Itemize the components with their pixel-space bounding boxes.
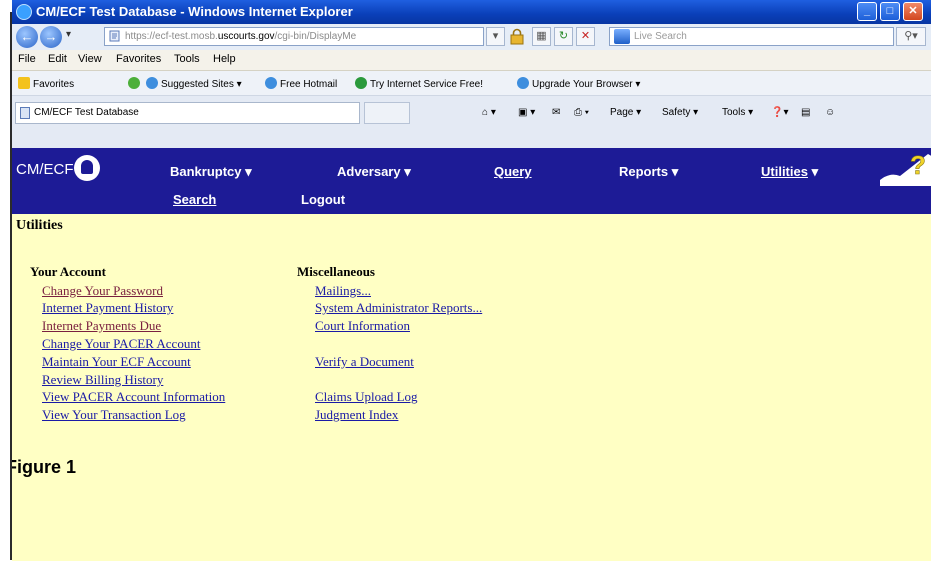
fav-free-hotmail[interactable]: Free Hotmail bbox=[265, 77, 337, 90]
link-internet-payment-history[interactable]: Internet Payment History bbox=[42, 300, 173, 316]
mail-icon[interactable]: ✉ bbox=[552, 107, 560, 118]
url-prefix: https://ecf-test.mosb. bbox=[125, 31, 218, 42]
search-placeholder: Live Search bbox=[634, 31, 687, 42]
search-input[interactable]: Live Search bbox=[609, 27, 894, 46]
nav-query[interactable]: Query bbox=[494, 164, 532, 179]
link-view-transaction-log[interactable]: View Your Transaction Log bbox=[42, 407, 186, 423]
your-account-heading: Your Account bbox=[30, 264, 106, 279]
research-icon[interactable]: ▤ bbox=[801, 107, 810, 118]
ie-icon bbox=[517, 77, 529, 89]
menu-favorites[interactable]: Favorites bbox=[116, 53, 161, 65]
url-suffix: /cgi-bin/DisplayMe bbox=[274, 31, 357, 42]
safety-menu[interactable]: Safety ▾ bbox=[662, 107, 698, 118]
msn-icon bbox=[355, 77, 367, 89]
fav-suggested-sites[interactable]: Suggested Sites ▾ bbox=[146, 77, 242, 90]
nav-reports[interactable]: Reports ▾ bbox=[619, 164, 678, 180]
close-button[interactable]: ✕ bbox=[903, 2, 923, 21]
menu-help[interactable]: Help bbox=[213, 53, 236, 65]
link-claims-upload-log[interactable]: Claims Upload Log bbox=[315, 389, 418, 405]
nav-search[interactable]: Search bbox=[173, 192, 216, 207]
compatibility-view-icon[interactable]: ▦ bbox=[532, 27, 551, 46]
ie-icon bbox=[265, 77, 277, 89]
link-review-billing-history[interactable]: Review Billing History bbox=[42, 372, 163, 388]
url-domain: uscourts.gov bbox=[217, 31, 275, 42]
print-icon[interactable]: ⎙ ▾ bbox=[574, 107, 589, 118]
tab-bar: CM/ECF Test Database ⌂ ▾ ▣ ▾ ✉ ⎙ ▾ Page … bbox=[12, 96, 931, 149]
page-icon bbox=[20, 107, 30, 119]
menu-tools[interactable]: Tools bbox=[174, 53, 200, 65]
menu-edit[interactable]: Edit bbox=[48, 53, 67, 65]
link-maintain-ecf-account[interactable]: Maintain Your ECF Account bbox=[42, 354, 191, 370]
menu-bar: File Edit View Favorites Tools Help bbox=[12, 50, 931, 71]
nav-logout[interactable]: Logout bbox=[301, 192, 345, 207]
menu-file[interactable]: File bbox=[18, 53, 36, 65]
nav-utilities[interactable]: Utilities ▾ bbox=[761, 164, 818, 180]
link-internet-payments-due[interactable]: Internet Payments Due bbox=[42, 318, 161, 334]
live-search-logo-icon bbox=[614, 29, 630, 44]
tab-cmecf[interactable]: CM/ECF Test Database bbox=[15, 102, 360, 124]
content-area: Utilities Your Account Change Your Passw… bbox=[12, 214, 931, 561]
url-dropdown-button[interactable]: ▾ bbox=[486, 27, 505, 46]
forward-button[interactable]: → bbox=[40, 26, 62, 48]
ie-icon bbox=[146, 77, 158, 89]
ie-logo-icon bbox=[16, 4, 32, 20]
tools-menu[interactable]: Tools ▾ bbox=[722, 107, 753, 118]
new-tab-button[interactable] bbox=[364, 102, 410, 124]
search-button[interactable]: ⚲▾ bbox=[896, 27, 926, 46]
history-dropdown-icon[interactable]: ▾ bbox=[66, 29, 71, 40]
menu-view[interactable]: View bbox=[78, 53, 102, 65]
link-change-password[interactable]: Change Your Password bbox=[42, 283, 163, 299]
feeds-icon[interactable]: ▣ ▾ bbox=[518, 107, 535, 118]
help-question-icon[interactable]: ? bbox=[880, 146, 931, 186]
maximize-button[interactable]: □ bbox=[880, 2, 900, 21]
page-menu[interactable]: Page ▾ bbox=[610, 107, 641, 118]
add-favorites-icon[interactable] bbox=[128, 77, 143, 90]
url-input[interactable]: https://ecf-test.mosb.uscourts.gov/cgi-b… bbox=[104, 27, 484, 46]
address-bar: ← → ▾ https://ecf-test.mosb.uscourts.gov… bbox=[12, 24, 931, 51]
nav-bankruptcy[interactable]: Bankruptcy ▾ bbox=[170, 164, 252, 180]
home-icon[interactable]: ⌂ ▾ bbox=[482, 107, 496, 118]
page-icon bbox=[109, 30, 120, 42]
miscellaneous-heading: Miscellaneous bbox=[297, 264, 375, 279]
link-verify-document[interactable]: Verify a Document bbox=[315, 354, 414, 370]
stop-icon[interactable]: ✕ bbox=[576, 27, 595, 46]
messenger-icon[interactable]: ☺ bbox=[825, 107, 835, 118]
favorites-button[interactable]: Favorites bbox=[18, 77, 74, 90]
link-view-pacer-account-info[interactable]: View PACER Account Information bbox=[42, 389, 225, 405]
minimize-button[interactable]: _ bbox=[857, 2, 877, 21]
svg-text:?: ? bbox=[910, 150, 926, 180]
back-button[interactable]: ← bbox=[16, 26, 38, 48]
fav-upgrade-browser[interactable]: Upgrade Your Browser ▾ bbox=[517, 77, 640, 90]
link-mailings[interactable]: Mailings... bbox=[315, 283, 371, 299]
browser-window: CM/ECF Test Database - Windows Internet … bbox=[12, 0, 931, 561]
page-title: Utilities bbox=[16, 218, 63, 233]
refresh-icon[interactable]: ↻ bbox=[554, 27, 573, 46]
ecf-logo[interactable]: CM/ECF bbox=[16, 155, 100, 181]
nav-adversary[interactable]: Adversary ▾ bbox=[337, 164, 411, 180]
title-bar: CM/ECF Test Database - Windows Internet … bbox=[12, 0, 931, 24]
link-change-pacer-account[interactable]: Change Your PACER Account bbox=[42, 336, 200, 352]
favorites-bar: Favorites Suggested Sites ▾ Free Hotmail… bbox=[12, 71, 931, 96]
fav-try-internet[interactable]: Try Internet Service Free! bbox=[355, 77, 483, 90]
help-icon[interactable]: ❓▾ bbox=[771, 107, 788, 118]
ecf-navbar: CM/ECF Bankruptcy ▾ Adversary ▾ Query Re… bbox=[12, 148, 931, 214]
eagle-icon bbox=[74, 155, 100, 181]
star-icon bbox=[18, 77, 30, 89]
window-title: CM/ECF Test Database - Windows Internet … bbox=[36, 4, 353, 19]
link-court-information[interactable]: Court Information bbox=[315, 318, 410, 334]
figure-caption: Figure 1 bbox=[12, 457, 77, 477]
link-judgment-index[interactable]: Judgment Index bbox=[315, 407, 398, 423]
link-system-administrator-reports[interactable]: System Administrator Reports... bbox=[315, 300, 482, 316]
lock-icon[interactable] bbox=[509, 28, 525, 45]
